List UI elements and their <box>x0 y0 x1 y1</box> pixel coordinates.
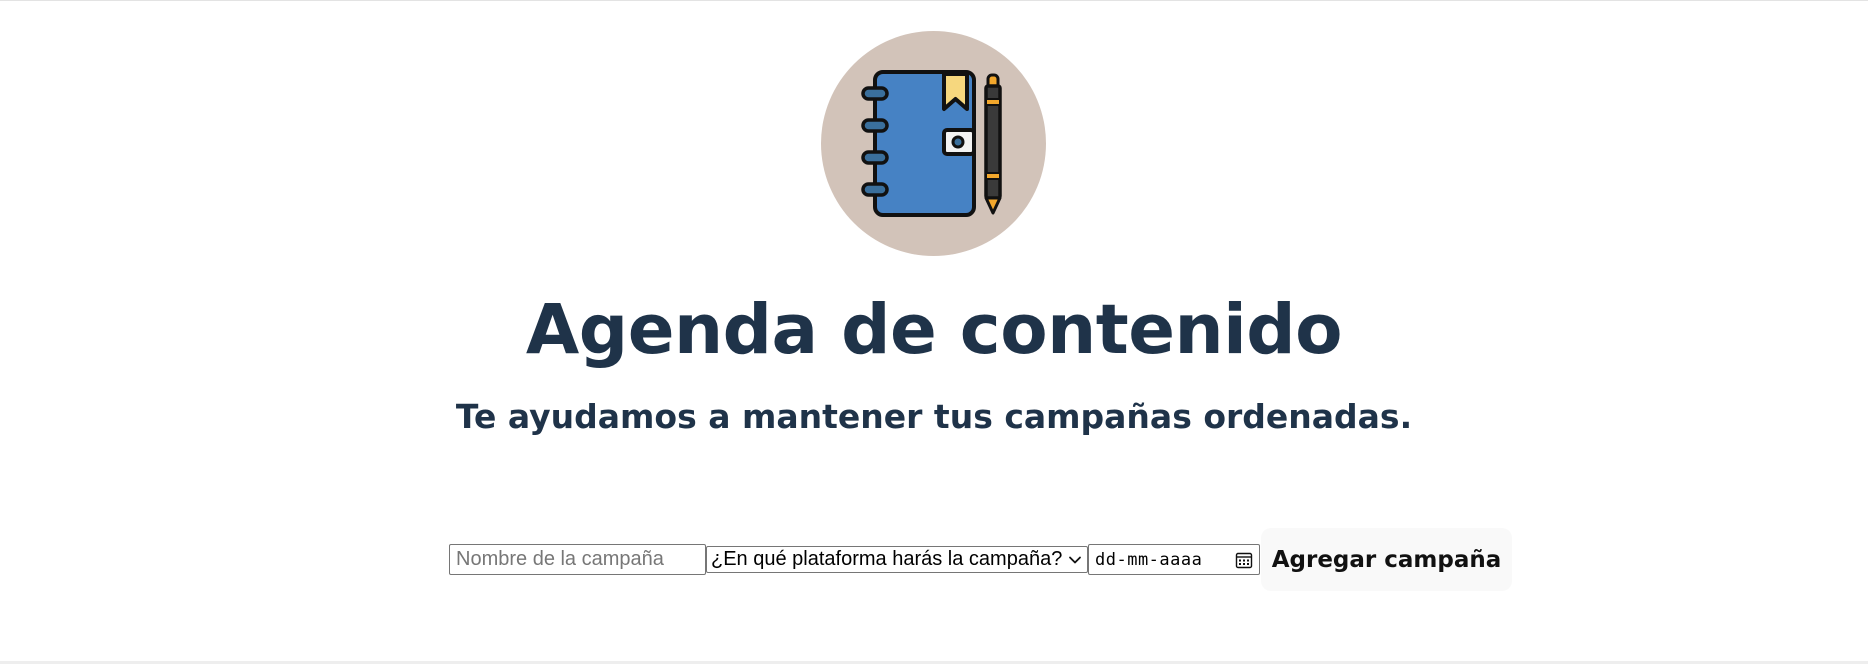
date-placeholder: dd-mm-aaaa <box>1095 549 1203 570</box>
add-campaign-button[interactable]: Agregar campaña <box>1261 528 1512 591</box>
platform-select-value: ¿En qué plataforma harás la campaña? <box>711 548 1063 570</box>
page-subtitle: Te ayudamos a mantener tus campañas orde… <box>455 397 1413 436</box>
campaign-date-input[interactable]: dd-mm-aaaa <box>1088 544 1260 575</box>
platform-select[interactable]: ¿En qué plataforma harás la campaña? <box>706 546 1088 573</box>
chevron-down-icon <box>1069 556 1081 563</box>
top-divider <box>0 0 1868 1</box>
notebook-and-pen-icon <box>861 70 1002 217</box>
page-title: Agenda de contenido <box>525 290 1343 370</box>
logo <box>821 31 1046 256</box>
campaign-form: ¿En qué plataforma harás la campaña? dd-… <box>449 528 1512 591</box>
page: Agenda de contenido Te ayudamos a manten… <box>0 0 1868 664</box>
campaign-name-input[interactable] <box>449 544 706 575</box>
calendar-icon[interactable] <box>1235 551 1253 569</box>
